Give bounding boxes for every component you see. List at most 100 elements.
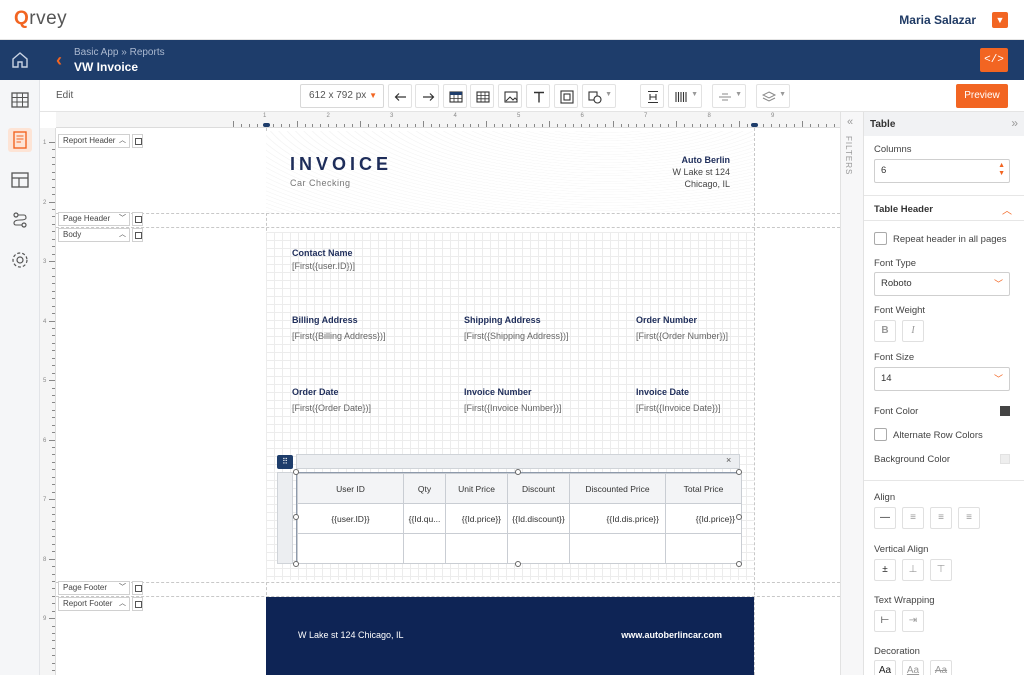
insert-image-button[interactable] xyxy=(498,84,522,108)
table-cell[interactable]: {{Id.price}} xyxy=(665,503,742,534)
order-date-label[interactable]: Order Date xyxy=(292,387,339,397)
page-size-select[interactable]: 612 x 792 px ▼ xyxy=(300,84,384,108)
table-row[interactable] xyxy=(297,533,742,564)
table-cell[interactable] xyxy=(569,533,666,564)
shipping-address-value[interactable]: [First({Shipping Address})] xyxy=(464,331,569,341)
background-color-swatch[interactable] xyxy=(1000,454,1010,464)
left-margin-marker[interactable] xyxy=(263,123,270,127)
table-cell[interactable] xyxy=(403,533,446,564)
columns-stepper[interactable]: 6 ▲ ▼ xyxy=(874,159,1010,183)
table-header-cell[interactable]: Unit Price xyxy=(445,473,508,504)
invoice-date-value[interactable]: [First({Invoice Date})] xyxy=(636,403,721,413)
alternate-row-checkbox[interactable] xyxy=(874,428,887,441)
bold-button[interactable]: B xyxy=(874,320,896,342)
repeat-header-checkbox[interactable] xyxy=(874,232,887,245)
user-name[interactable]: Maria Salazar xyxy=(899,13,976,27)
insert-table-button[interactable] xyxy=(443,84,467,108)
valign-bottom-icon[interactable]: ⊥ xyxy=(902,559,924,581)
layers-button[interactable]: ▼ xyxy=(756,84,790,108)
insert-grid-button[interactable] xyxy=(470,84,494,108)
chevron-up-icon[interactable]: ︿ xyxy=(119,135,126,147)
invoice-table[interactable]: User ID Qty Unit Price Discount Discount… xyxy=(296,472,742,564)
table-cell[interactable] xyxy=(507,533,570,564)
columns-button[interactable]: ▼ xyxy=(668,84,702,108)
invoice-date-label[interactable]: Invoice Date xyxy=(636,387,689,397)
resize-handle[interactable] xyxy=(515,469,521,475)
resize-handle[interactable] xyxy=(293,469,299,475)
decoration-strike-button[interactable]: Aa xyxy=(930,660,952,675)
contact-name-value[interactable]: [First({user.ID})] xyxy=(292,261,355,271)
billing-address-label[interactable]: Billing Address xyxy=(292,315,358,325)
resize-handle[interactable] xyxy=(293,514,299,520)
redo-button[interactable] xyxy=(415,84,439,108)
band-tag-report-header[interactable]: Report Header ︿ xyxy=(58,134,130,148)
chevron-down-icon[interactable]: ﹀ xyxy=(119,213,126,225)
table-header-cell[interactable]: User ID xyxy=(297,473,404,504)
reports-page-icon[interactable] xyxy=(8,128,32,152)
footer-website[interactable]: www.autoberlincar.com xyxy=(621,630,722,640)
resize-handle[interactable] xyxy=(293,561,299,567)
stepper-arrows-icon[interactable]: ▲ ▼ xyxy=(998,162,1005,178)
valign-top-icon[interactable]: ⊤ xyxy=(930,559,952,581)
settings-gear-icon[interactable] xyxy=(8,248,32,272)
report-canvas[interactable]: 123456789 123456789 Report Header ︿ Page … xyxy=(40,112,840,675)
no-wrap-icon[interactable]: ⊢ xyxy=(874,610,896,632)
band-toggle-box[interactable] xyxy=(132,212,143,226)
invoice-number-value[interactable]: [First({Invoice Number})] xyxy=(464,403,562,413)
table-cell[interactable] xyxy=(445,533,508,564)
wrap-text-icon[interactable]: ⇥ xyxy=(902,610,924,632)
align-right-icon[interactable]: ≡ xyxy=(958,507,980,529)
table-cell[interactable]: {{Id.discount}} xyxy=(507,503,570,534)
chevron-up-icon[interactable]: ︿ xyxy=(119,598,126,610)
preview-button[interactable]: Preview xyxy=(956,84,1008,108)
contact-name-label[interactable]: Contact Name xyxy=(292,248,353,258)
nav-home[interactable] xyxy=(0,40,40,80)
insert-text-button[interactable] xyxy=(526,84,550,108)
resize-handle[interactable] xyxy=(736,469,742,475)
font-type-select[interactable]: Roboto ﹀ xyxy=(874,272,1010,296)
band-tag-body[interactable]: Body ︿ xyxy=(58,228,130,242)
shipping-address-label[interactable]: Shipping Address xyxy=(464,315,541,325)
table-cell[interactable]: {{Id.qu... xyxy=(403,503,446,534)
invoice-footer[interactable]: W Lake st 124 Chicago, IL www.autoberlin… xyxy=(266,597,754,675)
table-column-selector[interactable] xyxy=(296,454,740,469)
collapse-left-icon[interactable]: « xyxy=(847,116,853,128)
table-drag-handle-icon[interactable]: ⠿ xyxy=(277,455,293,469)
band-toggle-box[interactable] xyxy=(132,228,143,242)
table-header-cell[interactable]: Discount xyxy=(507,473,570,504)
resize-handle[interactable] xyxy=(736,514,742,520)
band-tag-page-header[interactable]: Page Header ﹀ xyxy=(58,212,130,226)
order-date-value[interactable]: [First({Order Date})] xyxy=(292,403,371,413)
filters-label[interactable]: FILTERS xyxy=(844,136,853,175)
chevron-down-icon[interactable]: ﹀ xyxy=(119,582,126,594)
align-center-icon[interactable]: ≡ xyxy=(930,507,952,529)
close-icon[interactable]: × xyxy=(726,455,731,465)
chevron-up-icon[interactable]: ︿ xyxy=(1002,202,1012,217)
user-menu-chevron-icon[interactable]: ▼ xyxy=(992,12,1008,28)
table-header-cell[interactable]: Discounted Price xyxy=(569,473,666,504)
decoration-none-button[interactable]: Aa xyxy=(874,660,896,675)
billing-address-value[interactable]: [First({Billing Address})] xyxy=(292,331,386,341)
band-tag-report-footer[interactable]: Report Footer ︿ xyxy=(58,597,130,611)
band-tag-page-footer[interactable]: Page Footer ﹀ xyxy=(58,581,130,595)
band-toggle-box[interactable] xyxy=(132,597,143,611)
resize-handle[interactable] xyxy=(736,561,742,567)
invoice-title[interactable]: INVOICE xyxy=(290,154,392,175)
align-none-button[interactable]: — xyxy=(874,507,896,529)
resize-handle[interactable] xyxy=(515,561,521,567)
footer-address[interactable]: W Lake st 124 Chicago, IL xyxy=(298,630,404,640)
valign-middle-icon[interactable]: ± xyxy=(874,559,896,581)
band-toggle-box[interactable] xyxy=(132,134,143,148)
invoice-number-label[interactable]: Invoice Number xyxy=(464,387,532,397)
decoration-underline-button[interactable]: Aa xyxy=(902,660,924,675)
insert-chart-button[interactable] xyxy=(554,84,578,108)
table-cell[interactable]: {{Id.dis.price}} xyxy=(569,503,666,534)
code-view-button[interactable]: </> xyxy=(980,48,1008,72)
app-logo[interactable]: Qrvey xyxy=(14,8,67,30)
fit-height-button[interactable] xyxy=(640,84,664,108)
italic-button[interactable]: I xyxy=(902,320,924,342)
table-row-selector[interactable] xyxy=(277,472,293,564)
align-tools-button[interactable]: ▼ xyxy=(712,84,746,108)
workflow-icon[interactable] xyxy=(8,208,32,232)
filters-strip[interactable]: « FILTERS xyxy=(840,112,864,675)
